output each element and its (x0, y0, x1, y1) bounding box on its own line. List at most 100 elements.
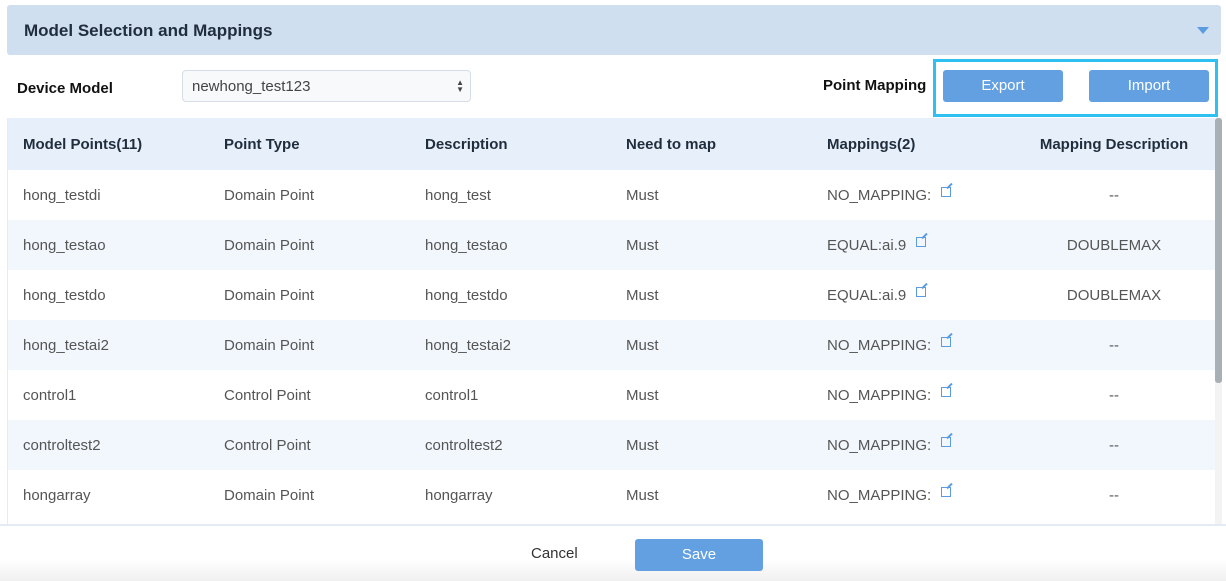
table-row: hongarray Domain Point hongarray Must NO_MAP… (8, 470, 1215, 520)
description-text: hong_testai2 (425, 337, 511, 354)
cell-model-point: hong_testdi (23, 187, 101, 204)
mapping-text: NO_MAPPING: (827, 187, 932, 204)
description-text: control1 (425, 387, 479, 404)
point-type-text: Domain Point (224, 337, 315, 354)
table-row: hong_testdi Domain Point hong_test Must NO_M… (8, 170, 1215, 220)
cell-mapping-description: -- (1014, 437, 1214, 454)
edit-icon[interactable] (916, 287, 927, 297)
cell-mapping-description: DOUBLEMAX (1014, 237, 1214, 254)
export-button[interactable]: Export (943, 70, 1063, 102)
model-point-text: hong_testao (23, 237, 106, 254)
header-model-points: Model Points(11) (23, 136, 143, 153)
header-point-type: Point Type (224, 136, 300, 153)
table-row: hong_testao Domain Point hong_testao Must EQ… (8, 220, 1215, 270)
cell-description: control1 (425, 387, 478, 404)
cell-point-type: Domain Point (224, 337, 314, 354)
need-to-map-text: Must (626, 387, 659, 404)
model-point-text: hong_testdi (23, 187, 101, 204)
cell-description: hong_test (425, 187, 491, 204)
table-row: hong_testai2 Domain Point hong_testai2 Must… (8, 320, 1215, 370)
cell-point-type: Domain Point (224, 187, 314, 204)
description-text: hongarray (425, 487, 493, 504)
need-to-map-text: Must (626, 187, 659, 204)
cell-need-to-map: Must (626, 337, 659, 354)
point-type-text: Domain Point (224, 487, 315, 504)
cell-need-to-map: Must (626, 287, 659, 304)
cell-model-point: hong_testdo (23, 287, 106, 304)
cell-model-point: controltest2 (23, 437, 101, 454)
import-button[interactable]: Import (1089, 70, 1209, 102)
select-arrows-icon: ▲ ▼ (456, 78, 464, 94)
cell-model-point: hongarray (23, 487, 91, 504)
cell-description: controltest2 (425, 437, 503, 454)
edit-icon[interactable] (941, 187, 952, 197)
cell-mapping-description: DOUBLEMAX (1014, 287, 1214, 304)
cell-need-to-map: Must (626, 387, 659, 404)
scrollbar-thumb[interactable] (1215, 118, 1222, 383)
description-text: hong_testdo (425, 287, 508, 304)
mapping-text: NO_MAPPING: (827, 387, 932, 404)
cell-description: hong_testao (425, 237, 508, 254)
header-need-to-map: Need to map (626, 136, 717, 153)
cell-mapping: EQUAL:ai.9 (827, 237, 927, 254)
model-point-text: hongarray (23, 487, 91, 504)
footer (0, 524, 1226, 581)
cell-point-type: Domain Point (224, 487, 314, 504)
model-point-text: controltest2 (23, 437, 101, 454)
edit-icon[interactable] (941, 487, 952, 497)
header-mapping-description: Mapping Description (1039, 136, 1189, 153)
mapping-description-text: DOUBLEMAX (1066, 237, 1162, 254)
cell-need-to-map: Must (626, 437, 659, 454)
cell-mapping: NO_MAPPING: (827, 187, 952, 204)
header-description: Description (425, 136, 508, 153)
need-to-map-text: Must (626, 487, 659, 504)
point-type-text: Control Point (224, 437, 311, 454)
cell-mapping: NO_MAPPING: (827, 487, 952, 504)
edit-icon[interactable] (916, 237, 927, 247)
edit-icon[interactable] (941, 337, 952, 347)
mapping-text: EQUAL:ai.9 (827, 287, 907, 304)
cell-mapping: NO_MAPPING: (827, 337, 952, 354)
mapping-description-text: DOUBLEMAX (1066, 287, 1162, 304)
save-button[interactable]: Save (635, 539, 763, 571)
cell-model-point: hong_testao (23, 237, 106, 254)
cell-need-to-map: Must (626, 487, 659, 504)
need-to-map-text: Must (626, 237, 659, 254)
section-title: Model Selection and Mappings (24, 21, 273, 40)
cell-point-type: Domain Point (224, 237, 314, 254)
collapse-caret-icon[interactable] (1197, 27, 1209, 34)
mapping-description-text: -- (1109, 487, 1119, 504)
mapping-text: NO_MAPPING: (827, 437, 932, 454)
cell-mapping: NO_MAPPING: (827, 387, 952, 404)
cell-description: hong_testdo (425, 287, 508, 304)
cell-need-to-map: Must (626, 237, 659, 254)
section-header[interactable]: Model Selection and Mappings (7, 5, 1221, 55)
cell-mapping-description: -- (1014, 487, 1214, 504)
need-to-map-text: Must (626, 337, 659, 354)
cell-mapping: NO_MAPPING: (827, 437, 952, 454)
description-text: controltest2 (425, 437, 503, 454)
device-model-value: newhong_test123 (192, 78, 311, 95)
cell-model-point: control1 (23, 387, 76, 404)
point-type-text: Domain Point (224, 237, 315, 254)
table-row: controltest2 Control Point controltest2 Mus… (8, 420, 1215, 470)
point-type-text: Domain Point (224, 187, 315, 204)
cancel-button[interactable]: Cancel (531, 545, 578, 562)
cell-mapping-description: -- (1014, 337, 1214, 354)
mapping-description-text: -- (1109, 337, 1119, 354)
mapping-text: NO_MAPPING: (827, 337, 932, 354)
point-type-text: Control Point (224, 387, 311, 404)
device-model-label: Device Model (17, 80, 113, 97)
model-point-text: hong_testai2 (23, 337, 109, 354)
cell-description: hong_testai2 (425, 337, 511, 354)
mapping-text: NO_MAPPING: (827, 487, 932, 504)
table-header: Model Points(11) Point Type Description … (8, 118, 1215, 170)
header-mappings: Mappings(2) (827, 136, 916, 153)
point-mapping-label: Point Mapping (823, 77, 927, 94)
edit-icon[interactable] (941, 437, 952, 447)
device-model-select[interactable]: newhong_test123 ▲ ▼ (182, 70, 471, 102)
cell-mapping-description: -- (1014, 387, 1214, 404)
edit-icon[interactable] (941, 387, 952, 397)
cell-model-point: hong_testai2 (23, 337, 109, 354)
cell-mapping: EQUAL:ai.9 (827, 287, 927, 304)
